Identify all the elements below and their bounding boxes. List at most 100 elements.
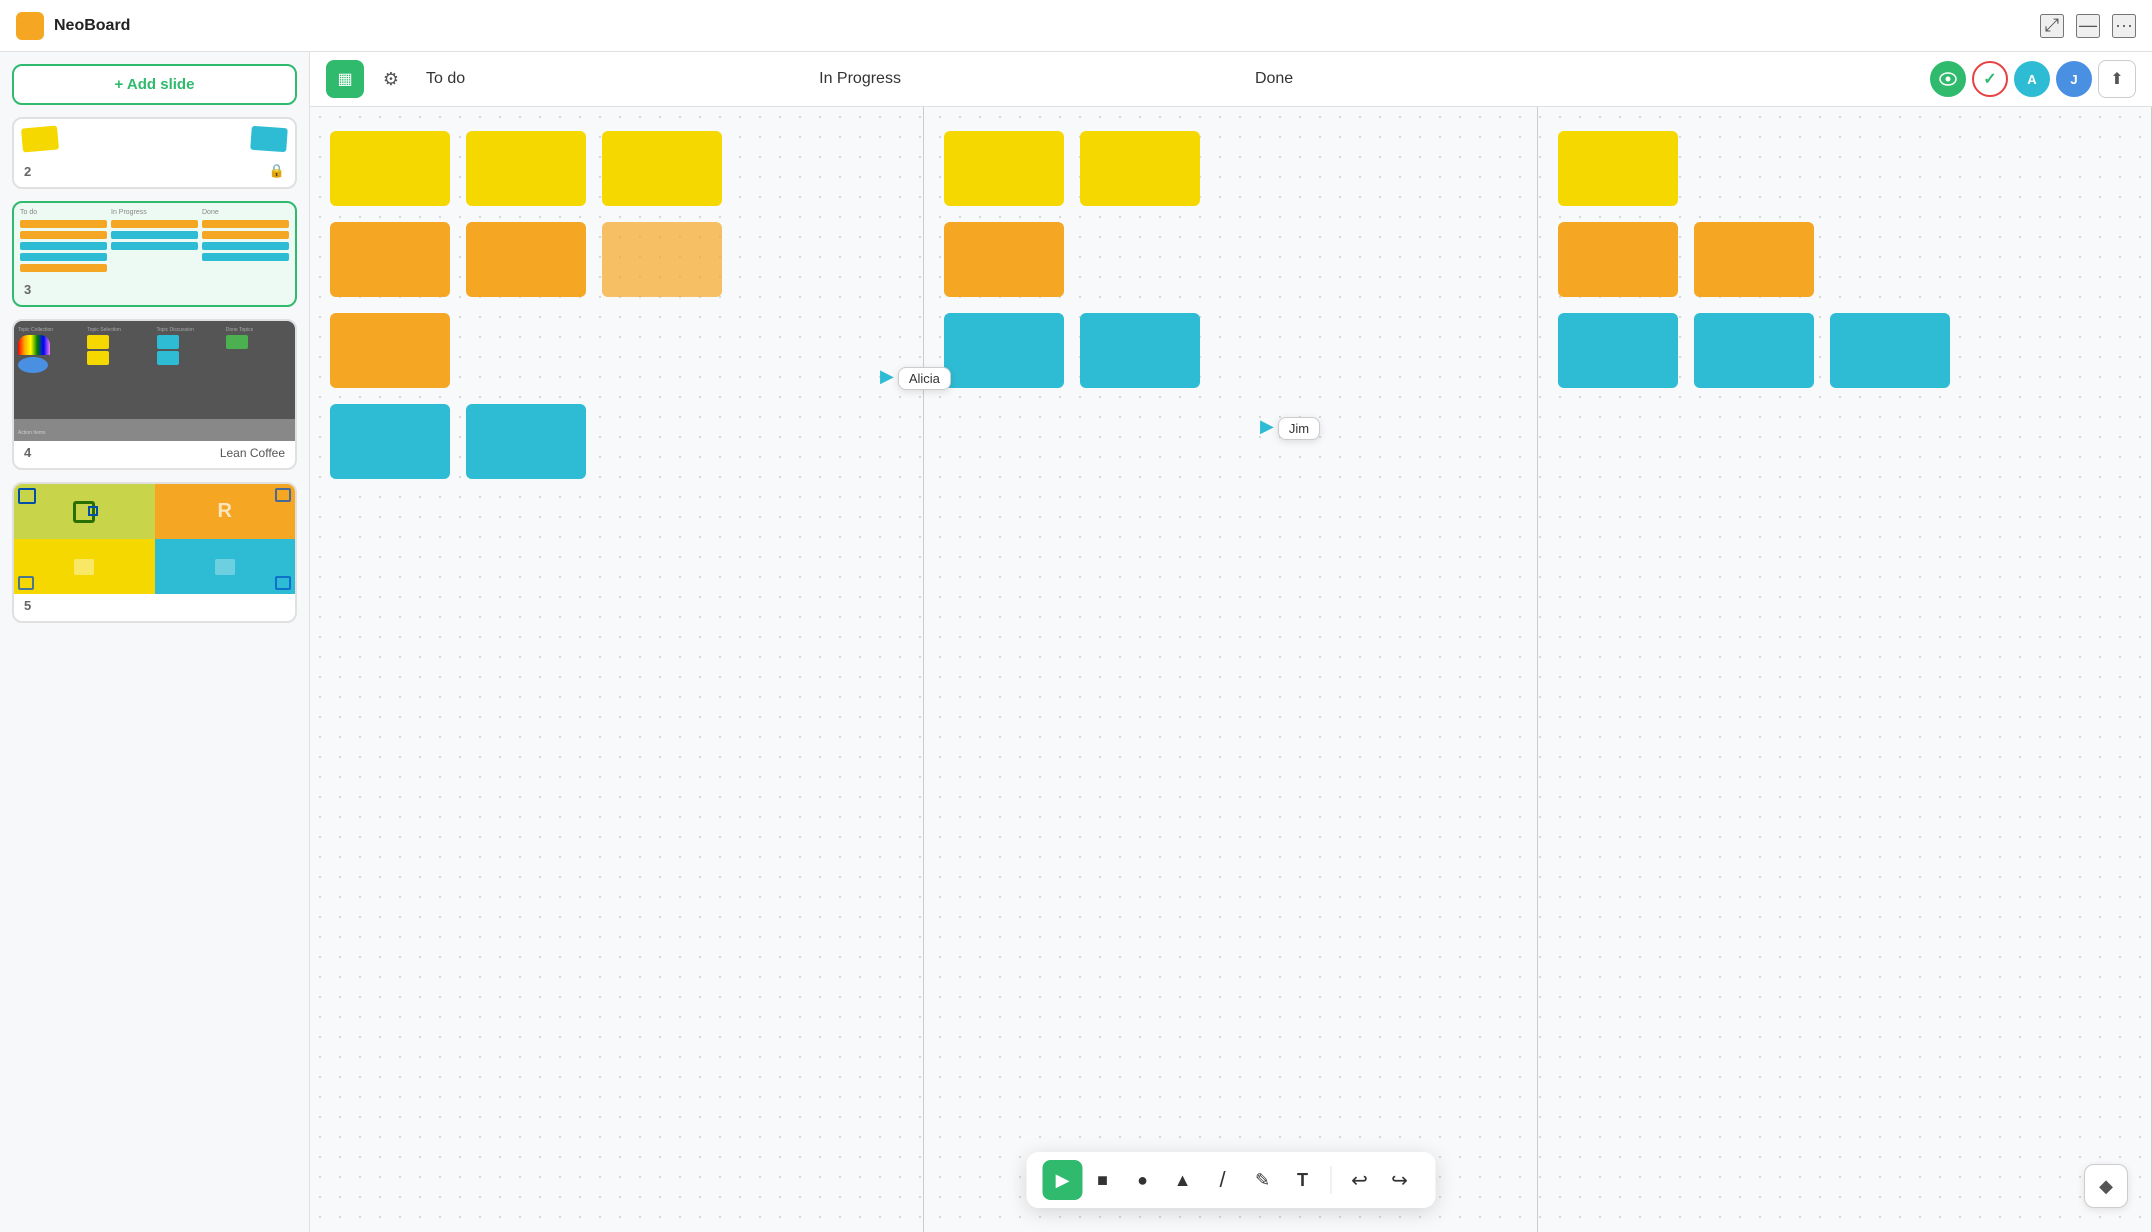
slide-thumb-2[interactable]: 2 🔒 xyxy=(12,117,297,189)
sticky-todo-o2[interactable] xyxy=(466,222,586,297)
canvas-toolbar-right: ✓ A J ⬆ xyxy=(1930,60,2136,98)
top-bar: NeoBoard ⤢ — ··· xyxy=(0,0,2152,52)
triangle-tool-button[interactable]: ▲ xyxy=(1163,1160,1203,1200)
done-row-1 xyxy=(1558,131,2131,206)
upload-icon: ⬆ xyxy=(2110,69,2123,89)
slide-3-number: 3 xyxy=(14,278,295,305)
circle-tool-button[interactable]: ● xyxy=(1123,1160,1163,1200)
slide-2-sticky-blue xyxy=(250,126,288,152)
slide-4-label: Lean Coffee xyxy=(220,446,285,460)
todo-row-2b xyxy=(330,313,903,388)
settings-button[interactable]: ⚙ xyxy=(372,60,410,98)
slide-thumb-5[interactable]: R 5 xyxy=(12,482,297,623)
slide-2-preview xyxy=(14,119,295,159)
slide-5-number: 5 xyxy=(14,594,295,621)
add-slide-button[interactable]: + Add slide xyxy=(12,64,297,105)
canvas-toolbar-left: ▦ ⚙ To do In Progress Done xyxy=(326,60,1301,98)
todo-row-3 xyxy=(330,404,903,479)
todo-column xyxy=(310,107,924,1232)
gear-icon: ⚙ xyxy=(383,69,399,90)
slide-4-preview: Topic Collection Topic Selection Topic D… xyxy=(14,321,295,441)
triangle-icon: ▲ xyxy=(1174,1170,1192,1191)
app-logo xyxy=(16,12,44,40)
sticky-done-o1[interactable] xyxy=(1558,222,1678,297)
sticky-todo-o4[interactable] xyxy=(330,313,450,388)
bottom-toolbar: ▶ ■ ● ▲ / ✎ T ↩ ↪ xyxy=(1027,1152,1436,1208)
kanban-icon: ▦ xyxy=(337,69,352,89)
top-bar-left: NeoBoard xyxy=(16,12,130,40)
text-tool-button[interactable]: T xyxy=(1283,1160,1323,1200)
help-icon: ◆ xyxy=(2099,1176,2113,1197)
slide-5-preview: R xyxy=(14,484,295,594)
slide-4-number: 4 Lean Coffee xyxy=(14,441,295,468)
maximize-button[interactable]: ⤢ xyxy=(2040,14,2064,38)
upload-button[interactable]: ⬆ xyxy=(2098,60,2136,98)
inprogress-row-3 xyxy=(944,313,1517,388)
lock-icon: 🔒 xyxy=(269,163,285,179)
sticky-todo-o3[interactable] xyxy=(602,222,722,297)
select-icon: ▶ xyxy=(1056,1170,1070,1191)
sticky-done-t3[interactable] xyxy=(1830,313,1950,388)
toolbar-separator xyxy=(1331,1166,1332,1194)
sticky-ip-o1[interactable] xyxy=(944,222,1064,297)
avatar-eye[interactable] xyxy=(1930,61,1966,97)
avatar-check[interactable]: ✓ xyxy=(1972,61,2008,97)
slide-2-number: 2 🔒 xyxy=(14,159,295,187)
sticky-todo-t1[interactable] xyxy=(330,404,450,479)
sticky-ip-t2[interactable] xyxy=(1080,313,1200,388)
text-icon: T xyxy=(1297,1170,1308,1191)
sticky-done-o2[interactable] xyxy=(1694,222,1814,297)
rect-icon: ■ xyxy=(1097,1170,1108,1191)
line-tool-button[interactable]: / xyxy=(1203,1160,1243,1200)
sticky-todo-y2[interactable] xyxy=(466,131,586,206)
in-progress-label: In Progress xyxy=(811,70,909,88)
canvas-toolbar-top: ▦ ⚙ To do In Progress Done ✓ A xyxy=(310,52,2152,107)
undo-icon: ↩ xyxy=(1351,1168,1368,1193)
top-bar-right: ⤢ — ··· xyxy=(2040,14,2136,38)
kanban-view-button[interactable]: ▦ xyxy=(326,60,364,98)
inprogress-row-1 xyxy=(944,131,1517,206)
rect-tool-button[interactable]: ■ xyxy=(1083,1160,1123,1200)
todo-row-1 xyxy=(330,131,903,206)
redo-button[interactable]: ↪ xyxy=(1380,1160,1420,1200)
sticky-done-t1[interactable] xyxy=(1558,313,1678,388)
canvas-area: ▦ ⚙ To do In Progress Done ✓ A xyxy=(310,52,2152,1232)
add-slide-label: + Add slide xyxy=(115,76,195,93)
sticky-todo-o1[interactable] xyxy=(330,222,450,297)
menu-button[interactable]: ··· xyxy=(2112,14,2136,38)
slide-2-sticky-yellow xyxy=(21,125,59,152)
kanban-board: ▶ Alicia ▶ Jim xyxy=(310,107,2152,1232)
avatar-j[interactable]: J xyxy=(2056,61,2092,97)
sticky-ip-y1[interactable] xyxy=(944,131,1064,206)
line-icon: / xyxy=(1219,1167,1225,1193)
todo-label: To do xyxy=(418,70,473,88)
todo-row-2 xyxy=(330,222,903,297)
redo-icon: ↪ xyxy=(1391,1168,1408,1193)
sticky-ip-y2[interactable] xyxy=(1080,131,1200,206)
sticky-done-t2[interactable] xyxy=(1694,313,1814,388)
help-button[interactable]: ◆ xyxy=(2084,1164,2128,1208)
done-label: Done xyxy=(1247,70,1301,88)
done-column xyxy=(1538,107,2152,1232)
avatar-a[interactable]: A xyxy=(2014,61,2050,97)
inprogress-row-2 xyxy=(944,222,1517,297)
sticky-todo-y1[interactable] xyxy=(330,131,450,206)
circle-icon: ● xyxy=(1137,1170,1148,1191)
slide-thumb-4[interactable]: Topic Collection Topic Selection Topic D… xyxy=(12,319,297,470)
sticky-todo-t2[interactable] xyxy=(466,404,586,479)
sticky-done-y1[interactable] xyxy=(1558,131,1678,206)
main-layout: + Add slide 2 🔒 To do In Progress Don xyxy=(0,52,2152,1232)
undo-button[interactable]: ↩ xyxy=(1340,1160,1380,1200)
minimize-button[interactable]: — xyxy=(2076,14,2100,38)
select-tool-button[interactable]: ▶ xyxy=(1043,1160,1083,1200)
sidebar: + Add slide 2 🔒 To do In Progress Don xyxy=(0,52,310,1232)
app-title: NeoBoard xyxy=(54,17,130,35)
pen-icon: ✎ xyxy=(1255,1170,1270,1191)
done-row-3 xyxy=(1558,313,2131,388)
pen-tool-button[interactable]: ✎ xyxy=(1243,1160,1283,1200)
inprogress-column xyxy=(924,107,1538,1232)
slide-thumb-3[interactable]: To do In Progress Done xyxy=(12,201,297,307)
sticky-ip-t1[interactable] xyxy=(944,313,1064,388)
sticky-todo-y3[interactable] xyxy=(602,131,722,206)
done-row-2 xyxy=(1558,222,2131,297)
